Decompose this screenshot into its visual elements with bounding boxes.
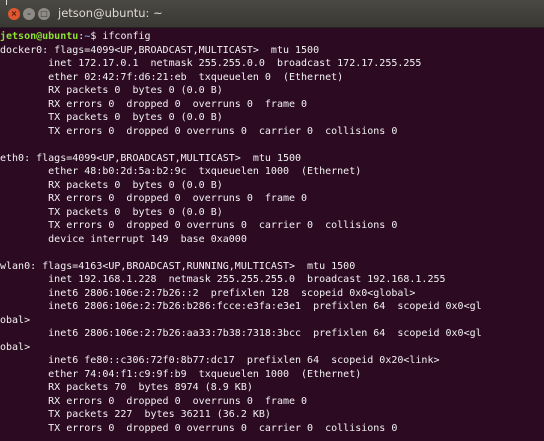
terminal-output[interactable]: jetson@ubuntu:~$ ifconfig docker0: flags… <box>0 30 544 441</box>
prompt-dollar: $ <box>90 31 103 42</box>
output-line: ether 48:b0:2d:5a:b2:9c txqueuelen 1000 … <box>0 166 362 177</box>
output-line: RX packets 0 bytes 0 (0.0 B) <box>0 179 223 191</box>
output-line: obal> <box>0 314 31 326</box>
close-icon: × <box>10 9 18 18</box>
output-line: RX errors 0 dropped 0 overruns 0 frame 0 <box>0 193 308 204</box>
maximize-button[interactable]: □ <box>38 8 50 20</box>
command-text: ifconfig <box>102 31 151 42</box>
output-line: inet6 2806:106e:2:7b26:b286:fcce:e3fa:e3… <box>0 301 482 312</box>
command-line: jetson@ubuntu:~$ ifconfig <box>0 30 544 44</box>
terminal-window[interactable]: × – □ jetson@ubuntu: ~ jetson@ubuntu:~$ … <box>0 0 544 441</box>
close-button[interactable]: × <box>8 8 20 20</box>
output-line: ether 74:04:f1:c9:9f:b9 txqueuelen 1000 … <box>0 368 362 380</box>
output-line: obal> <box>0 341 31 353</box>
output-line: docker0: flags=4099<UP,BROADCAST,MULTICA… <box>0 44 320 56</box>
minimize-button[interactable]: – <box>23 8 35 20</box>
output-line: TX packets 0 bytes 0 (0.0 B) <box>0 206 223 218</box>
output-line: RX packets 70 bytes 8974 (8.9 KB) <box>0 382 253 393</box>
output-line: inet 192.168.1.228 netmask 255.255.255.0… <box>0 274 446 285</box>
titlebar[interactable]: × – □ jetson@ubuntu: ~ <box>0 0 544 28</box>
output-line: inet6 fe80::c306:72f0:8b77:dc17 prefixle… <box>0 355 440 366</box>
output-line: device interrupt 149 base 0xa000 <box>0 233 247 245</box>
titlebar-divider <box>6 0 7 5</box>
window-title: jetson@ubuntu: ~ <box>58 6 163 20</box>
output-line: inet6 2806:106e:2:7b26:aa33:7b38:7318:3b… <box>0 328 482 339</box>
minimize-icon: – <box>27 9 31 18</box>
output-line: inet 172.17.0.1 netmask 255.255.0.0 broa… <box>0 58 422 69</box>
output-line: inet6 2806:106e:2:7b26::2 prefixlen 128 … <box>0 287 416 299</box>
output-line: eth0: flags=4099<UP,BROADCAST,MULTICAST>… <box>0 152 302 164</box>
maximize-icon: □ <box>40 9 48 18</box>
prompt-user-host: jetson@ubuntu <box>0 31 79 42</box>
output-line: ether 02:42:7f:d6:21:eb txqueuelen 0 (Et… <box>0 71 344 83</box>
output-line: TX errors 0 dropped 0 overruns 0 carrier… <box>0 422 398 434</box>
output-line: TX packets 227 bytes 36211 (36.2 KB) <box>0 409 271 420</box>
output-line: TX packets 0 bytes 0 (0.0 B) <box>0 112 223 123</box>
output-line: wlan0: flags=4163<UP,BROADCAST,RUNNING,M… <box>0 260 356 272</box>
output-line: RX errors 0 dropped 0 overruns 0 frame 0 <box>0 395 308 407</box>
output-line: TX errors 0 dropped 0 overruns 0 carrier… <box>0 125 398 137</box>
output-line: TX errors 0 dropped 0 overruns 0 carrier… <box>0 220 398 231</box>
ifconfig-output: docker0: flags=4099<UP,BROADCAST,MULTICA… <box>0 44 544 441</box>
output-line: RX errors 0 dropped 0 overruns 0 frame 0 <box>0 98 308 110</box>
output-line: RX packets 0 bytes 0 (0.0 B) <box>0 85 223 96</box>
